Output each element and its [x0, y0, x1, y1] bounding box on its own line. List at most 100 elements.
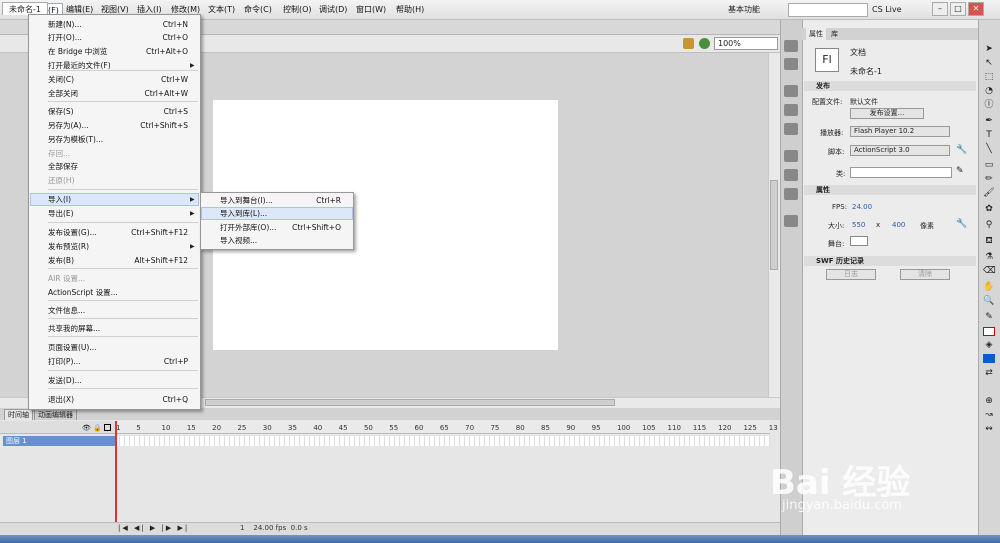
outline-icon[interactable] — [104, 424, 111, 431]
import-menu-item[interactable]: 导入到舞台(I)... — [220, 194, 273, 207]
stroke-swatch[interactable] — [983, 327, 995, 336]
file-menu-item[interactable]: 退出(X) — [48, 393, 74, 406]
menu-8[interactable]: 调试(D) — [316, 3, 350, 17]
file-menu-item[interactable]: 发布预览(R) — [48, 240, 89, 253]
menu-10[interactable]: 帮助(H) — [393, 3, 427, 17]
file-menu-item[interactable]: 共享我的屏幕... — [48, 322, 100, 335]
swf-history-section[interactable]: SWF 历史记录 — [804, 256, 976, 266]
file-menu-item[interactable]: 导出(E) — [48, 207, 74, 220]
wrench-icon[interactable]: 🔧 — [956, 145, 967, 155]
tab-timeline[interactable]: 时间轴 — [4, 409, 33, 420]
info-icon[interactable] — [784, 104, 798, 116]
file-menu-item[interactable]: 导入(I) — [48, 193, 71, 206]
height-value[interactable]: 400 — [892, 221, 905, 229]
publish-section[interactable]: 发布 — [804, 81, 976, 91]
edit-size-icon[interactable]: 🔧 — [956, 219, 967, 229]
class-input[interactable] — [850, 167, 952, 178]
scene-icon[interactable] — [784, 215, 798, 227]
import-menu-item[interactable]: 导入到库(L)... — [220, 207, 267, 220]
horizontal-scroll-thumb[interactable] — [205, 399, 615, 406]
frame-row[interactable] — [115, 436, 770, 446]
eyedropper-icon[interactable]: ⚗ — [983, 252, 995, 263]
workspace-switcher[interactable]: 基本功能 — [728, 3, 760, 17]
file-menu-item[interactable]: ActionScript 设置... — [48, 286, 118, 299]
pencil-icon[interactable]: ✎ — [956, 166, 964, 176]
tab-properties[interactable]: 属性 — [806, 28, 826, 40]
file-menu-item[interactable]: 另存为模板(T)... — [48, 133, 103, 146]
search-input[interactable] — [788, 3, 868, 17]
edit-symbols-icon[interactable] — [683, 38, 694, 49]
align-icon[interactable] — [784, 85, 798, 97]
tab-library[interactable]: 库 — [828, 28, 841, 40]
zoom-select[interactable]: 100% — [714, 37, 778, 50]
tab-motion-editor[interactable]: 动画编辑器 — [34, 409, 77, 420]
line-tool-icon[interactable]: ╲ — [983, 144, 995, 155]
fill-swatch[interactable] — [983, 354, 995, 363]
brush-tool-icon[interactable]: 🖌 — [983, 188, 995, 199]
file-menu-item[interactable]: 打开(O)... — [48, 31, 82, 44]
minimize-button[interactable]: – — [932, 2, 948, 16]
file-menu-item[interactable]: 发布(B) — [48, 254, 74, 267]
menu-6[interactable]: 命令(C) — [241, 3, 275, 17]
pencil-tool-icon[interactable]: ✏ — [983, 174, 995, 185]
smooth-icon[interactable]: ↝ — [983, 410, 995, 421]
paint-bucket-icon[interactable]: ⛾ — [983, 236, 995, 247]
subselection-tool-icon[interactable]: ↖ — [983, 58, 995, 69]
playback-controls[interactable]: |◀ ◀| ▶ |▶ ▶| — [118, 524, 189, 532]
import-menu-item[interactable]: 导入视频... — [220, 234, 257, 247]
edit-scene-icon[interactable] — [699, 38, 710, 49]
eye-icon[interactable]: 👁 — [82, 424, 91, 432]
properties-section[interactable]: 属性 — [804, 185, 976, 195]
components-icon[interactable] — [784, 169, 798, 181]
file-menu-item[interactable]: 关闭(C) — [48, 73, 74, 86]
motion-presets-icon[interactable] — [784, 188, 798, 200]
selection-tool-icon[interactable]: ➤ — [983, 44, 995, 55]
menu-9[interactable]: 窗口(W) — [353, 3, 389, 17]
publish-settings-button[interactable]: 发布设置... — [850, 108, 924, 119]
lasso-icon[interactable]: ⓛ — [983, 100, 995, 111]
log-button[interactable]: 日志 — [826, 269, 876, 280]
snap-icon[interactable]: ⊕ — [983, 396, 995, 407]
fps-value[interactable]: 24.00 — [852, 203, 872, 211]
transform-icon[interactable] — [784, 123, 798, 135]
lock-icon[interactable]: 🔒 — [93, 424, 102, 432]
clear-button[interactable]: 清除 — [900, 269, 950, 280]
text-tool-icon[interactable]: T — [983, 130, 995, 141]
eraser-icon[interactable]: ⌫ — [983, 266, 996, 277]
script-select[interactable]: ActionScript 3.0 — [850, 145, 950, 156]
layer-row[interactable]: 图层 1 — [3, 436, 115, 446]
rectangle-tool-icon[interactable]: ▭ — [983, 160, 995, 171]
player-select[interactable]: Flash Player 10.2 — [850, 126, 950, 137]
file-menu-item[interactable]: 在 Bridge 中浏览 — [48, 45, 107, 58]
file-menu-item[interactable]: 新建(N)... — [48, 18, 82, 31]
menu-5[interactable]: 文本(T) — [205, 3, 238, 17]
file-menu-item[interactable]: 保存(S) — [48, 105, 74, 118]
hand-tool-icon[interactable]: ✋ — [983, 282, 995, 293]
fill-color-icon[interactable]: ◈ — [983, 340, 995, 351]
file-menu-item[interactable]: 全部关闭 — [48, 87, 78, 100]
stage-color-swatch[interactable] — [850, 236, 868, 246]
menu-7[interactable]: 控制(O) — [280, 3, 315, 17]
file-menu-item[interactable]: 页面设置(U)... — [48, 341, 97, 354]
file-menu-item[interactable]: 另存为(A)... — [48, 119, 89, 132]
file-menu-item[interactable]: 发布设置(G)... — [48, 226, 97, 239]
width-value[interactable]: 550 — [852, 221, 865, 229]
file-menu-item[interactable]: 打开最近的文件(F) — [48, 59, 111, 72]
swatches-icon[interactable] — [784, 58, 798, 70]
free-transform-icon[interactable]: ⬚ — [983, 72, 995, 83]
straighten-icon[interactable]: ↭ — [983, 424, 995, 435]
deco-tool-icon[interactable]: ✿ — [983, 204, 995, 215]
zoom-tool-icon[interactable]: 🔍 — [983, 296, 995, 307]
import-menu-item[interactable]: 打开外部库(O)... — [220, 221, 276, 234]
file-menu-item[interactable]: 打印(P)... — [48, 355, 81, 368]
close-button[interactable]: ✕ — [968, 2, 984, 16]
frame-rate[interactable]: 24.00 — [253, 524, 273, 532]
maximize-button[interactable]: □ — [950, 2, 966, 16]
swap-colors-icon[interactable]: ⇄ — [983, 368, 995, 379]
3d-rotation-icon[interactable]: ◔ — [983, 86, 995, 97]
file-menu-item[interactable]: 文件信息... — [48, 304, 85, 317]
code-snippets-icon[interactable] — [784, 150, 798, 162]
pen-tool-icon[interactable]: ✒ — [983, 116, 995, 127]
color-panel-icon[interactable] — [784, 40, 798, 52]
file-menu-item[interactable]: 发送(D)... — [48, 374, 82, 387]
